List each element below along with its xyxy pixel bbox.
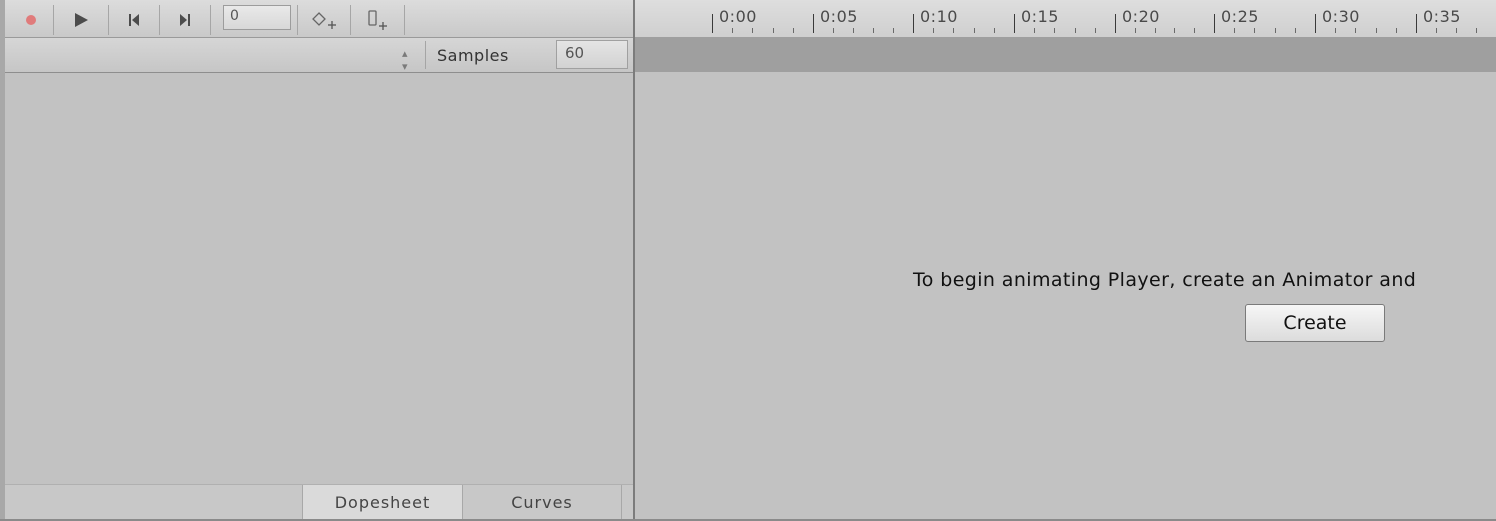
previous-keyframe-button[interactable] [109, 5, 160, 35]
minor-tick [974, 28, 975, 33]
tick-mark [813, 14, 814, 33]
tick-label: 0:00 [719, 7, 757, 26]
minor-tick [773, 28, 774, 33]
tick-label: 0:15 [1021, 7, 1059, 26]
tab-curves[interactable]: Curves [462, 485, 622, 520]
minor-tick [933, 28, 934, 33]
clip-row: ▴ ▾ Samples 60 [5, 38, 633, 73]
keyframe-strip[interactable] [635, 37, 1496, 72]
next-keyframe-icon [180, 14, 190, 26]
add-keyframe-button[interactable] [297, 5, 351, 35]
tick-label: 0:30 [1322, 7, 1360, 26]
minor-tick [1275, 28, 1276, 33]
clip-selector-arrows-icon[interactable]: ▴ ▾ [402, 47, 408, 73]
tick-mark [1014, 14, 1015, 33]
next-keyframe-button[interactable] [160, 5, 211, 35]
tick-mark [712, 14, 713, 33]
minor-tick [1075, 28, 1076, 33]
tick-mark [1315, 14, 1316, 33]
tick-label: 0:35 [1423, 7, 1461, 26]
minor-tick [953, 28, 954, 33]
tick-label: 0:25 [1221, 7, 1259, 26]
minor-tick [1155, 28, 1156, 33]
dopesheet-area: To begin animating Player, create an Ani… [635, 72, 1496, 519]
timeline-ruler[interactable]: 0:00 0:05 0:10 0:15 0:20 0:25 0:30 0:35 [635, 0, 1496, 37]
view-mode-tabs: Dopesheet Curves [5, 484, 633, 520]
minor-tick [1135, 28, 1136, 33]
record-button[interactable] [9, 5, 54, 35]
tick-mark [1416, 14, 1417, 33]
minor-tick [1376, 28, 1377, 33]
minor-tick [1234, 28, 1235, 33]
tick-label: 0:05 [820, 7, 858, 26]
record-icon [26, 15, 36, 25]
minor-tick [1194, 28, 1195, 33]
frame-field[interactable]: 0 [223, 5, 291, 30]
animation-toolbar: 0 [5, 0, 633, 38]
minor-tick [873, 28, 874, 33]
add-event-icon [367, 10, 387, 30]
minor-tick [793, 28, 794, 33]
previous-keyframe-icon [129, 14, 139, 26]
minor-tick [893, 28, 894, 33]
play-icon [75, 13, 88, 27]
minor-tick [1396, 28, 1397, 33]
minor-tick [1436, 28, 1437, 33]
create-button[interactable]: Create [1245, 304, 1385, 342]
minor-tick [752, 28, 753, 33]
samples-label: Samples [437, 46, 509, 65]
tick-mark [913, 14, 914, 33]
add-event-button[interactable] [351, 5, 405, 35]
minor-tick [1295, 28, 1296, 33]
minor-tick [1095, 28, 1096, 33]
play-button[interactable] [54, 5, 109, 35]
minor-tick [1355, 28, 1356, 33]
window-edge [0, 0, 5, 521]
samples-field[interactable]: 60 [556, 40, 628, 69]
minor-tick [1335, 28, 1336, 33]
tick-label: 0:10 [920, 7, 958, 26]
tick-mark [1214, 14, 1215, 33]
divider [425, 41, 426, 69]
add-keyframe-icon [312, 12, 336, 29]
minor-tick [1174, 28, 1175, 33]
minor-tick [732, 28, 733, 33]
minor-tick [853, 28, 854, 33]
minor-tick [1476, 28, 1477, 33]
tab-dopesheet[interactable]: Dopesheet [302, 485, 462, 520]
hierarchy-panel [0, 0, 633, 521]
tick-mark [1115, 14, 1116, 33]
tick-label: 0:20 [1122, 7, 1160, 26]
minor-tick [833, 28, 834, 33]
minor-tick [1254, 28, 1255, 33]
minor-tick [1456, 28, 1457, 33]
minor-tick [1054, 28, 1055, 33]
minor-tick [1034, 28, 1035, 33]
create-animator-message: To begin animating Player, create an Ani… [913, 269, 1417, 291]
minor-tick [994, 28, 995, 33]
